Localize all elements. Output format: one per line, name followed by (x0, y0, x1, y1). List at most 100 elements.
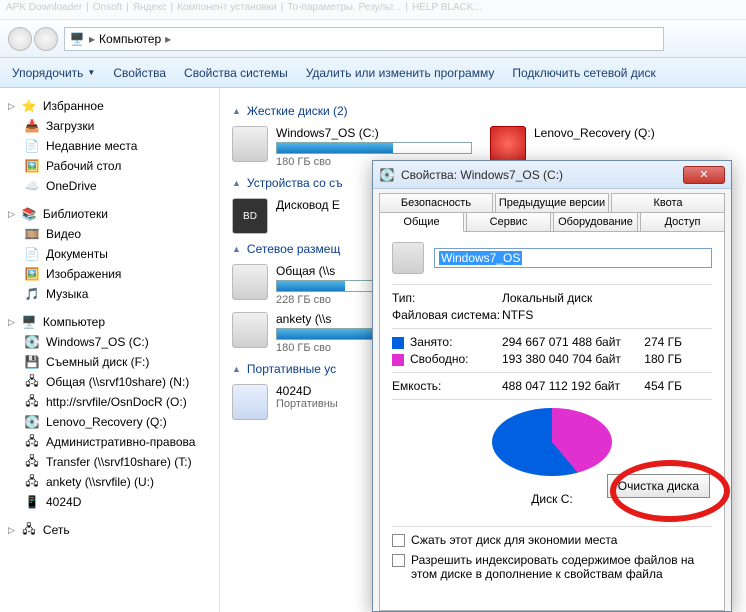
tab-security[interactable]: Безопасность (379, 193, 493, 213)
disk-cleanup-button[interactable]: Очистка диска (607, 474, 710, 498)
sidebar-item-desktop[interactable]: 🖼️Рабочий стол (4, 156, 215, 176)
chevron-right-icon: ▸ (89, 32, 95, 46)
network-drive-icon: 🖧 (24, 374, 40, 390)
type-label: Тип: (392, 291, 502, 305)
back-button[interactable] (8, 27, 32, 51)
free-bytes: 193 380 040 704 байт (502, 352, 632, 366)
sidebar-item-onedrive[interactable]: ☁️OneDrive (4, 176, 215, 196)
map-drive-button[interactable]: Подключить сетевой диск (512, 66, 655, 80)
optical-icon: BD (232, 198, 268, 234)
fs-value: NTFS (502, 308, 533, 322)
index-label: Разрешить индексировать содержимое файло… (411, 553, 712, 581)
capacity-gb: 454 ГБ (632, 379, 682, 393)
sidebar-item-4024d[interactable]: 📱4024D (4, 492, 215, 512)
tab-sharing[interactable]: Доступ (640, 212, 725, 232)
music-icon: 🎵 (24, 286, 40, 302)
sidebar-item-drive-u[interactable]: 🖧ankety (\\srvfile) (U:) (4, 472, 215, 492)
sidebar-favorites-header[interactable]: ▷⭐Избранное (4, 96, 215, 116)
sidebar-item-videos[interactable]: 🎞️Видео (4, 224, 215, 244)
star-icon: ⭐ (21, 98, 37, 114)
used-gb: 274 ГБ (632, 335, 682, 349)
drive-icon: 💽 (379, 167, 395, 183)
drive-icon (392, 242, 424, 274)
section-hard-drives[interactable]: ▲Жесткие диски (2) (232, 104, 734, 118)
type-value: Локальный диск (502, 291, 592, 305)
tab-previous-versions[interactable]: Предыдущие версии (495, 193, 609, 213)
uninstall-button[interactable]: Удалить или изменить программу (306, 66, 495, 80)
picture-icon: 🖼️ (24, 266, 40, 282)
chevron-right-icon: ▸ (165, 32, 171, 46)
network-drive-icon: 🖧 (24, 434, 40, 450)
onedrive-icon: ☁️ (24, 178, 40, 194)
network-drive-icon (232, 312, 268, 348)
sidebar-item-drive-o[interactable]: 🖧http://srvfile/OsnDocR (O:) (4, 392, 215, 412)
drive-icon: 💽 (24, 414, 40, 430)
video-icon: 🎞️ (24, 226, 40, 242)
dialog-titlebar[interactable]: 💽 Свойства: Windows7_OS (C:) ✕ (373, 161, 731, 189)
organize-menu[interactable]: Упорядочить▼ (12, 66, 95, 80)
close-button[interactable]: ✕ (683, 166, 725, 184)
drive-icon (490, 126, 526, 162)
desktop-icon: 🖼️ (24, 158, 40, 174)
breadcrumb-label: Компьютер (99, 32, 161, 46)
drive-icon: 💽 (24, 334, 40, 350)
removable-icon: 💾 (24, 354, 40, 370)
sidebar-item-recent[interactable]: 📄Недавние места (4, 136, 215, 156)
sidebar-item-drive-n[interactable]: 🖧Общая (\\srvf10share) (N:) (4, 372, 215, 392)
sidebar-item-music[interactable]: 🎵Музыка (4, 284, 215, 304)
compress-checkbox[interactable] (392, 534, 405, 547)
free-gb: 180 ГБ (632, 352, 682, 366)
tab-tools[interactable]: Сервис (466, 212, 551, 232)
network-drive-icon: 🖧 (24, 474, 40, 490)
sidebar-computer-header[interactable]: ▷🖥️Компьютер (4, 312, 215, 332)
device-icon: 📱 (24, 494, 40, 510)
capacity-label: Емкость: (392, 379, 502, 393)
sidebar-item-drive-admin[interactable]: 🖧Административно-правова (4, 432, 215, 452)
sidebar-item-drive-f[interactable]: 💾Съемный диск (F:) (4, 352, 215, 372)
tab-hardware[interactable]: Оборудование (553, 212, 638, 232)
recent-icon: 📄 (24, 138, 40, 154)
free-swatch-icon (392, 354, 404, 366)
properties-button[interactable]: Свойства (113, 66, 166, 80)
volume-name-input[interactable]: Windows7_OS (434, 248, 712, 268)
sidebar: ▷⭐Избранное 📥Загрузки 📄Недавние места 🖼️… (0, 88, 220, 612)
drive-icon (232, 126, 268, 162)
usage-pie-chart (487, 408, 617, 488)
sidebar-network-header[interactable]: ▷🖧Сеть (4, 520, 215, 540)
portable-device-icon (232, 384, 268, 420)
tab-quota[interactable]: Квота (611, 193, 725, 213)
index-checkbox[interactable] (392, 554, 405, 567)
free-label: Свободно: (410, 352, 469, 366)
address-bar-row: 🖥️ ▸ Компьютер ▸ (0, 20, 746, 58)
system-properties-button[interactable]: Свойства системы (184, 66, 288, 80)
sidebar-item-documents[interactable]: 📄Документы (4, 244, 215, 264)
toolbar: Упорядочить▼ Свойства Свойства системы У… (0, 58, 746, 88)
forward-button[interactable] (34, 27, 58, 51)
breadcrumb[interactable]: 🖥️ ▸ Компьютер ▸ (64, 27, 664, 51)
sidebar-item-drive-q[interactable]: 💽Lenovo_Recovery (Q:) (4, 412, 215, 432)
compress-label: Сжать этот диск для экономии места (411, 533, 617, 547)
library-icon: 📚 (21, 206, 37, 222)
sidebar-item-downloads[interactable]: 📥Загрузки (4, 116, 215, 136)
sidebar-item-drive-c[interactable]: 💽Windows7_OS (C:) (4, 332, 215, 352)
network-drive-icon: 🖧 (24, 394, 40, 410)
used-swatch-icon (392, 337, 404, 349)
computer-icon: 🖥️ (21, 314, 37, 330)
downloads-icon: 📥 (24, 118, 40, 134)
used-bytes: 294 667 071 488 байт (502, 335, 632, 349)
sidebar-libraries-header[interactable]: ▷📚Библиотеки (4, 204, 215, 224)
properties-dialog: 💽 Свойства: Windows7_OS (C:) ✕ Безопасно… (372, 160, 732, 612)
used-label: Занято: (410, 335, 452, 349)
network-drive-icon: 🖧 (24, 454, 40, 470)
computer-icon: 🖥️ (69, 31, 85, 47)
sidebar-item-pictures[interactable]: 🖼️Изображения (4, 264, 215, 284)
fs-label: Файловая система: (392, 308, 502, 322)
tab-general[interactable]: Общие (379, 212, 464, 232)
browser-tabs: APK Downloader| Onsoft| Яндекс| Компонен… (0, 0, 746, 20)
document-icon: 📄 (24, 246, 40, 262)
network-drive-icon (232, 264, 268, 300)
chevron-down-icon: ▼ (87, 68, 95, 77)
sidebar-item-drive-t[interactable]: 🖧Transfer (\\srvf10share) (T:) (4, 452, 215, 472)
dialog-title: Свойства: Windows7_OS (C:) (401, 168, 677, 182)
network-icon: 🖧 (21, 522, 37, 538)
